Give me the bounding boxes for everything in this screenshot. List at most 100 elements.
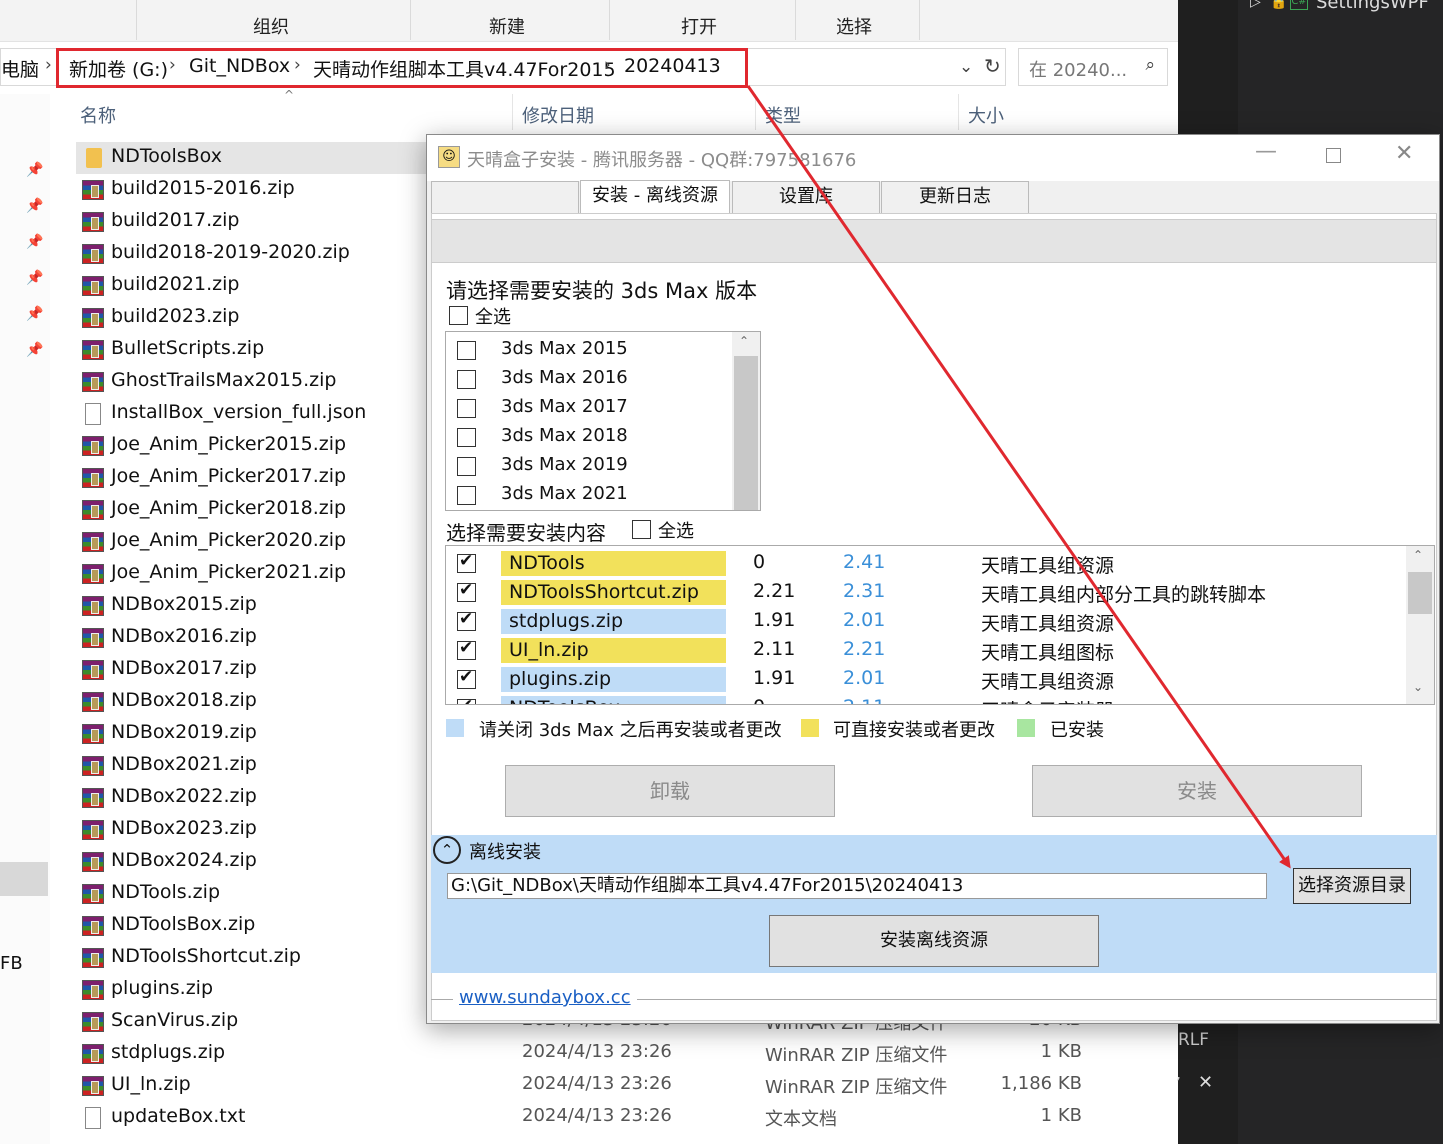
content-select-all-label: 全选 — [658, 521, 694, 542]
content-checkbox[interactable] — [457, 667, 476, 689]
close-icon[interactable]: ✕ — [1198, 1072, 1213, 1093]
scroll-thumb[interactable] — [734, 356, 758, 510]
file-row[interactable]: UI_ln.zip 2024/4/13 23:26 WinRAR ZIP 压缩文件 1… — [76, 1070, 1176, 1102]
content-list[interactable]: NDTools 0 2.41 天晴工具组资源 NDToolsShortcut.zip 2.… — [445, 545, 1435, 705]
content-row[interactable]: stdplugs.zip 1.91 2.01 天晴工具组资源 — [446, 608, 1404, 635]
file-row[interactable]: NDToolsBox — [76, 142, 436, 174]
file-name: ScanVirus.zip — [111, 1009, 239, 1031]
chevron-right-icon[interactable]: › — [45, 55, 52, 75]
column-header-date[interactable]: 修改日期 — [522, 102, 594, 128]
file-date: 2024/4/13 23:26 — [522, 1105, 672, 1126]
pin-icon[interactable]: 📌 — [26, 234, 44, 252]
version-checkbox[interactable] — [457, 341, 476, 360]
uninstall-button[interactable]: 卸载 — [505, 765, 835, 817]
tab-install-offline[interactable]: 安装 - 离线资源 — [580, 180, 730, 214]
content-row[interactable]: NDTools 0 2.41 天晴工具组资源 — [446, 550, 1404, 577]
winrar-zip-icon — [82, 468, 104, 488]
scroll-thumb[interactable] — [1408, 572, 1432, 614]
file-row[interactable]: stdplugs.zip 2024/4/13 23:26 WinRAR ZIP 压缩… — [76, 1038, 1176, 1070]
version-checkbox[interactable] — [457, 486, 476, 505]
content-row[interactable]: NDToolsShortcut.zip 2.21 2.31 天晴工具组内部分工具的跳转… — [446, 579, 1404, 606]
version-row[interactable]: 3ds Max 2021 — [446, 483, 726, 509]
installed-version: 2.21 — [753, 580, 796, 602]
file-row[interactable]: updateBox.txt 2024/4/13 23:26 文本文档 1 KB — [76, 1102, 1176, 1134]
file-name: InstallBox_version_full.json — [111, 401, 367, 423]
column-divider[interactable] — [512, 94, 513, 130]
version-list[interactable]: 3ds Max 2015 3ds Max 2016 3ds Max 2017 3ds … — [445, 331, 761, 511]
version-row[interactable]: 3ds Max 2017 — [446, 396, 726, 422]
file-name: NDBox2017.zip — [111, 657, 257, 679]
dialog-titlebar[interactable]: ☺ 天晴盒子安装 - 腾讯服务器 - QQ群:797581676 — ✕ — [427, 135, 1439, 181]
website-link[interactable]: www.sundaybox.cc — [453, 987, 637, 1008]
scroll-up-icon[interactable]: ⌃ — [739, 334, 749, 348]
breadcrumb-this-pc[interactable]: 电脑 — [1, 55, 39, 82]
select-all-content-checkbox[interactable] — [632, 520, 651, 539]
browse-resource-dir-button[interactable]: 选择资源目录 — [1293, 868, 1411, 904]
content-description: 天晴工具组资源 — [981, 555, 1115, 577]
content-name: plugins.zip — [501, 667, 726, 692]
content-checkbox[interactable] — [457, 580, 476, 602]
winrar-zip-icon — [82, 596, 104, 616]
column-header-type[interactable]: 类型 — [765, 102, 801, 128]
content-row[interactable]: NDToolsBox 0 2.11 天晴盒子安装器 — [446, 695, 1404, 704]
pin-icon[interactable]: 📌 — [26, 162, 44, 180]
refresh-icon[interactable]: ↻ — [984, 54, 1001, 78]
scroll-down-icon[interactable]: ⌄ — [1413, 680, 1423, 694]
pin-tab-icon[interactable]: ʼ — [1176, 1074, 1181, 1092]
version-row[interactable]: 3ds Max 2015 — [446, 338, 726, 364]
version-checkbox[interactable] — [457, 457, 476, 476]
tab-settings-library[interactable]: 设置库 — [732, 181, 880, 213]
pin-icon[interactable]: 📌 — [26, 198, 44, 216]
maximize-icon[interactable] — [1326, 148, 1341, 163]
column-header-name[interactable]: 名称 — [80, 102, 116, 128]
install-offline-button[interactable]: 安装离线资源 — [769, 915, 1099, 967]
tree-item-label[interactable]: SettingsWPF — [1316, 0, 1429, 13]
select-all-versions-checkbox[interactable] — [449, 306, 468, 325]
nav-selected-item[interactable] — [0, 862, 48, 896]
column-header-size[interactable]: 大小 — [968, 102, 1004, 128]
ribbon-organize[interactable]: 组织 — [253, 13, 289, 39]
pin-icon[interactable]: 📌 — [26, 342, 44, 360]
line-ending-indicator[interactable]: RLF — [1178, 1030, 1209, 1050]
column-divider[interactable] — [958, 94, 959, 130]
install-button[interactable]: 安装 — [1032, 765, 1362, 817]
nav-item-label[interactable]: FB — [0, 953, 23, 974]
content-checkbox[interactable] — [457, 551, 476, 573]
tab-changelog[interactable]: 更新日志 — [881, 181, 1029, 213]
scroll-up-icon[interactable]: ⌃ — [1413, 548, 1423, 562]
version-scrollbar[interactable]: ⌃ — [732, 332, 760, 510]
file-type: 文本文档 — [765, 1109, 837, 1130]
content-checkbox[interactable] — [457, 638, 476, 660]
ribbon-open[interactable]: 打开 — [681, 13, 717, 39]
content-row[interactable]: plugins.zip 1.91 2.01 天晴工具组资源 — [446, 666, 1404, 693]
minimize-icon[interactable]: — — [1255, 139, 1277, 164]
search-input[interactable]: 在 20240... ⌕ — [1018, 48, 1168, 86]
offline-path-input[interactable]: G:\Git_NDBox\天晴动作组脚本工具v4.47For2015\20240… — [447, 873, 1267, 899]
ribbon-new[interactable]: 新建 — [489, 13, 525, 39]
pin-icon[interactable]: 📌 — [26, 306, 44, 324]
tree-expand-icon[interactable]: ▷ — [1250, 0, 1261, 10]
content-scrollbar[interactable]: ⌃ ⌄ — [1406, 546, 1434, 704]
version-row[interactable]: 3ds Max 2016 — [446, 367, 726, 393]
tab-blank[interactable] — [431, 181, 579, 213]
pin-icon[interactable]: 📌 — [26, 270, 44, 288]
version-checkbox[interactable] — [457, 399, 476, 418]
lock-icon: 🔒 — [1270, 0, 1288, 10]
collapse-chevron-icon[interactable]: ⌃ — [433, 836, 461, 864]
file-name: BulletScripts.zip — [111, 337, 265, 359]
content-checkbox[interactable] — [457, 609, 476, 631]
column-divider[interactable] — [755, 94, 756, 130]
version-row[interactable]: 3ds Max 2018 — [446, 425, 726, 451]
search-icon[interactable]: ⌕ — [1145, 55, 1155, 75]
ribbon-select[interactable]: 选择 — [836, 13, 872, 39]
close-icon[interactable]: ✕ — [1395, 141, 1413, 166]
winrar-zip-icon — [82, 628, 104, 648]
version-checkbox[interactable] — [457, 428, 476, 447]
legend-swatch — [446, 719, 464, 737]
content-checkbox[interactable] — [457, 696, 476, 704]
file-name: NDBox2019.zip — [111, 721, 257, 743]
content-row[interactable]: UI_ln.zip 2.11 2.21 天晴工具组图标 — [446, 637, 1404, 664]
version-row[interactable]: 3ds Max 2019 — [446, 454, 726, 480]
version-checkbox[interactable] — [457, 370, 476, 389]
chevron-down-icon[interactable]: ⌄ — [959, 57, 973, 77]
